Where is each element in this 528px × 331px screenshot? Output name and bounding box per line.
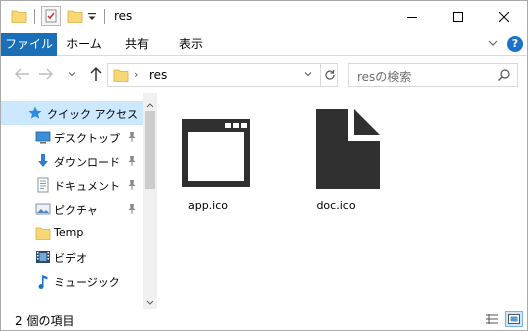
- video-icon: [35, 249, 51, 265]
- download-icon: [35, 153, 51, 169]
- nav-item-desktop[interactable]: デスクトップ: [1, 125, 143, 149]
- window-title: res: [114, 9, 133, 23]
- forward-button[interactable]: [37, 65, 55, 83]
- search-icon[interactable]: [497, 68, 511, 85]
- nav-item-pictures[interactable]: ピクチャ: [1, 197, 143, 221]
- file-item[interactable]: app.ico: [158, 93, 258, 213]
- address-bar[interactable]: › res: [107, 63, 338, 87]
- nav-item-downloads[interactable]: ダウンロード: [1, 149, 143, 173]
- tab-view[interactable]: 表示: [169, 33, 213, 56]
- document-icon: [308, 101, 380, 200]
- nav-item-temp[interactable]: Temp: [1, 221, 143, 245]
- navigation-pane: クイック アクセス デスクトップ ダウンロード ドキュメント ピクチャ Temp…: [1, 93, 157, 309]
- nav-pane-scrollbar[interactable]: [143, 93, 157, 309]
- nav-item-documents[interactable]: ドキュメント: [1, 173, 143, 197]
- pictures-icon: [35, 201, 51, 217]
- refresh-icon: [324, 70, 335, 80]
- file-item[interactable]: doc.ico: [286, 93, 386, 213]
- details-view-icon: [486, 314, 498, 324]
- address-dropdown-icon[interactable]: [302, 68, 314, 83]
- qat-separator: [34, 9, 35, 24]
- pin-icon[interactable]: [127, 179, 137, 194]
- minimize-icon: [407, 17, 417, 18]
- nav-item-label: クイック アクセス: [47, 108, 138, 121]
- breadcrumb-chevron-icon[interactable]: ›: [134, 68, 138, 81]
- ribbon-tabs: ファイル ホーム 共有 表示 ?: [1, 33, 527, 56]
- pin-icon[interactable]: [127, 155, 137, 170]
- nav-item-label: ダウンロード: [54, 156, 120, 169]
- new-folder-icon[interactable]: [67, 8, 83, 24]
- nav-item-label: ピクチャ: [54, 204, 98, 217]
- nav-item-label: ドキュメント: [54, 180, 120, 193]
- title-bar: res: [1, 1, 527, 33]
- pin-icon[interactable]: [127, 131, 137, 146]
- scroll-up-icon[interactable]: [146, 97, 154, 111]
- up-arrow-icon: [90, 66, 102, 81]
- forward-arrow-icon: [39, 68, 53, 80]
- pin-icon[interactable]: [127, 203, 137, 218]
- status-bar: 2 個の項目: [1, 309, 527, 330]
- search-placeholder: resの検索: [357, 70, 412, 84]
- up-button[interactable]: [87, 65, 105, 83]
- star-icon: [27, 105, 43, 121]
- nav-item-label: Temp: [54, 226, 84, 239]
- search-box[interactable]: resの検索: [348, 63, 518, 87]
- documents-icon: [35, 177, 51, 193]
- close-icon: [499, 12, 509, 22]
- large-icons-view-button[interactable]: [505, 311, 523, 327]
- address-row: › res resの検索: [1, 57, 527, 93]
- help-icon[interactable]: ?: [507, 36, 523, 52]
- recent-locations-button[interactable]: [63, 65, 81, 83]
- nav-item-music[interactable]: ミュージック: [1, 269, 143, 293]
- tab-file[interactable]: ファイル: [1, 33, 57, 56]
- tab-share[interactable]: 共有: [115, 33, 159, 56]
- ribbon-expand-icon[interactable]: [487, 37, 499, 52]
- music-icon: [35, 273, 51, 290]
- desktop-icon: [35, 129, 51, 145]
- item-count: 2 個の項目: [15, 314, 75, 328]
- nav-item-quick-access[interactable]: クイック アクセス: [1, 101, 143, 125]
- folder-icon: [113, 68, 129, 85]
- properties-icon[interactable]: [41, 6, 61, 26]
- file-list: app.ico doc.ico: [158, 93, 527, 309]
- file-name: app.ico: [187, 199, 229, 212]
- scroll-down-icon[interactable]: [146, 295, 154, 309]
- nav-item-label: デスクトップ: [54, 132, 120, 145]
- explorer-window: res ファイル ホーム 共有 表示 ? › res resの検索 クイック ア…: [0, 0, 528, 331]
- back-button[interactable]: [13, 65, 31, 83]
- breadcrumb-segment[interactable]: res: [149, 68, 167, 82]
- back-arrow-icon: [15, 68, 29, 80]
- tab-home[interactable]: ホーム: [59, 33, 109, 56]
- chevron-down-icon: [68, 72, 76, 77]
- folder-icon: [11, 8, 27, 24]
- app-window-icon: [180, 101, 252, 200]
- scrollbar-thumb[interactable]: [145, 111, 155, 189]
- large-icons-view-icon: [508, 314, 520, 324]
- refresh-button[interactable]: [320, 64, 338, 86]
- folder-icon: [35, 225, 51, 241]
- nav-item-label: ビデオ: [54, 252, 87, 265]
- qat-separator: [104, 9, 105, 24]
- customize-dropdown-icon[interactable]: [87, 11, 103, 27]
- close-button[interactable]: [481, 1, 527, 33]
- maximize-icon: [453, 12, 463, 22]
- details-view-button[interactable]: [483, 311, 501, 327]
- file-name: doc.ico: [316, 199, 356, 212]
- nav-item-label: ミュージック: [54, 276, 120, 289]
- nav-item-videos[interactable]: ビデオ: [1, 245, 143, 269]
- maximize-button[interactable]: [435, 1, 481, 33]
- minimize-button[interactable]: [389, 1, 435, 33]
